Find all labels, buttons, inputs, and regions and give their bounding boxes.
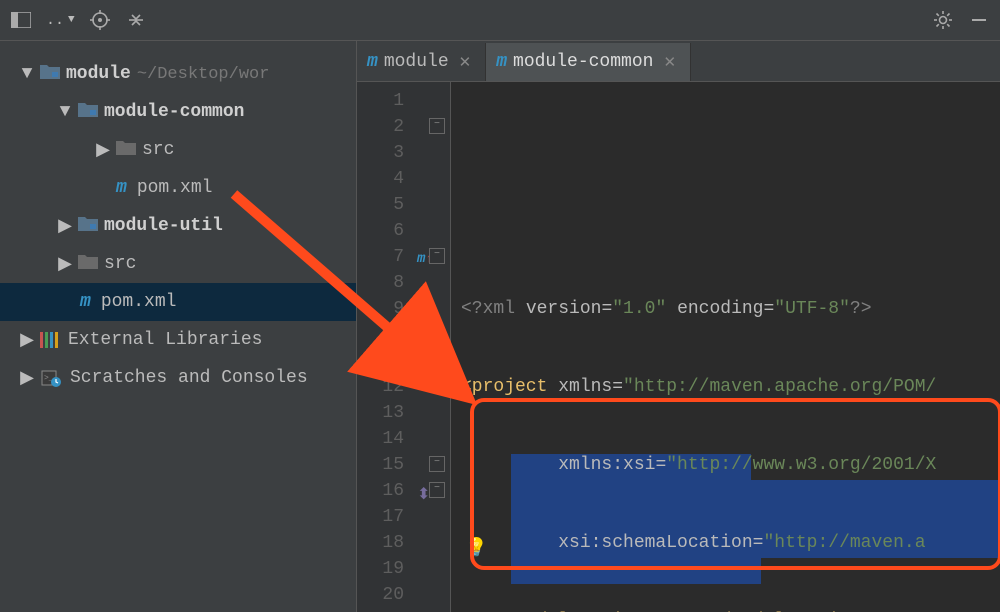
gutter: 1 2 3 4 5 6 7 8 9 10 11 12 13 14 15 16 1 xyxy=(357,82,451,612)
chevron-down-icon: ▼ xyxy=(68,14,75,26)
tree-label: module xyxy=(66,64,131,84)
tree-pom-1[interactable]: m pom.xml xyxy=(0,169,356,207)
tree-scratches[interactable]: ▶ >_ Scratches and Consoles xyxy=(0,359,356,397)
chevron-right-icon: ▶ xyxy=(96,139,110,161)
tree-label: pom.xml xyxy=(137,178,213,198)
close-icon[interactable]: ✕ xyxy=(663,53,676,72)
tab-module[interactable]: m module ✕ xyxy=(357,43,486,81)
fold-icon[interactable]: − xyxy=(429,456,445,472)
project-tree[interactable]: ▼ module ~/Desktop/wor ▼ module-common ▶… xyxy=(0,41,357,612)
tree-root-module[interactable]: ▼ module ~/Desktop/wor xyxy=(0,55,356,93)
maven-icon: m xyxy=(80,292,91,312)
tree-label: src xyxy=(142,140,174,160)
collapse-icon[interactable] xyxy=(125,9,147,31)
target-icon[interactable] xyxy=(89,9,111,31)
tree-module-util[interactable]: ▶ module-util xyxy=(0,207,356,245)
editor-tabs: m module ✕ m module-common ✕ xyxy=(357,41,1000,82)
gear-icon[interactable] xyxy=(932,9,954,31)
module-folder-icon xyxy=(78,215,98,237)
tree-path: ~/Desktop/wor xyxy=(137,65,270,84)
tree-label: module-common xyxy=(104,102,244,122)
libraries-icon xyxy=(40,332,58,348)
tree-label: src xyxy=(104,254,136,274)
folder-icon xyxy=(116,139,136,161)
tree-label: module-util xyxy=(104,216,223,236)
project-toolbar: ..▼ xyxy=(0,0,1000,41)
fold-icon[interactable]: − xyxy=(429,248,445,264)
lightbulb-icon[interactable]: 💡 xyxy=(465,536,483,554)
module-folder-icon xyxy=(78,101,98,123)
maven-icon: m xyxy=(496,52,507,72)
fold-icon[interactable]: − xyxy=(429,118,445,134)
chevron-right-icon: ▶ xyxy=(20,329,34,351)
tab-label: module xyxy=(384,52,449,72)
maven-icon: m xyxy=(367,52,378,72)
chevron-right-icon: ▶ xyxy=(58,253,72,275)
close-icon[interactable]: ✕ xyxy=(459,53,472,72)
folder-icon xyxy=(78,253,98,275)
tree-label: pom.xml xyxy=(101,292,177,312)
tree-label: External Libraries xyxy=(68,330,262,350)
tree-label: Scratches and Consoles xyxy=(70,368,308,388)
chevron-right-icon: ▶ xyxy=(20,367,34,389)
scope-dropdown[interactable]: ..▼ xyxy=(46,12,75,29)
module-folder-icon xyxy=(40,63,60,85)
view-mode-icon[interactable] xyxy=(10,9,32,31)
tree-src-2[interactable]: ▶ src xyxy=(0,245,356,283)
chevron-right-icon: ▶ xyxy=(58,215,72,237)
maven-icon: m xyxy=(116,178,127,198)
tree-module-common[interactable]: ▼ module-common xyxy=(0,93,356,131)
chevron-down-icon: ▼ xyxy=(20,64,34,84)
chevron-down-icon: ▼ xyxy=(58,102,72,122)
fold-icon[interactable]: − xyxy=(429,482,445,498)
tab-label: module-common xyxy=(513,52,653,72)
tree-pom-root[interactable]: m pom.xml xyxy=(0,283,356,321)
tab-module-common[interactable]: m module-common ✕ xyxy=(486,43,691,81)
scratches-icon: >_ xyxy=(40,370,60,386)
code-editor[interactable]: 1 2 3 4 5 6 7 8 9 10 11 12 13 14 15 16 1 xyxy=(357,82,1000,612)
minimize-icon[interactable] xyxy=(968,9,990,31)
tree-external-libraries[interactable]: ▶ External Libraries xyxy=(0,321,356,359)
tree-src-1[interactable]: ▶ src xyxy=(0,131,356,169)
code-area[interactable]: <?xml version="1.0" encoding="UTF-8"?> <… xyxy=(451,82,1000,612)
